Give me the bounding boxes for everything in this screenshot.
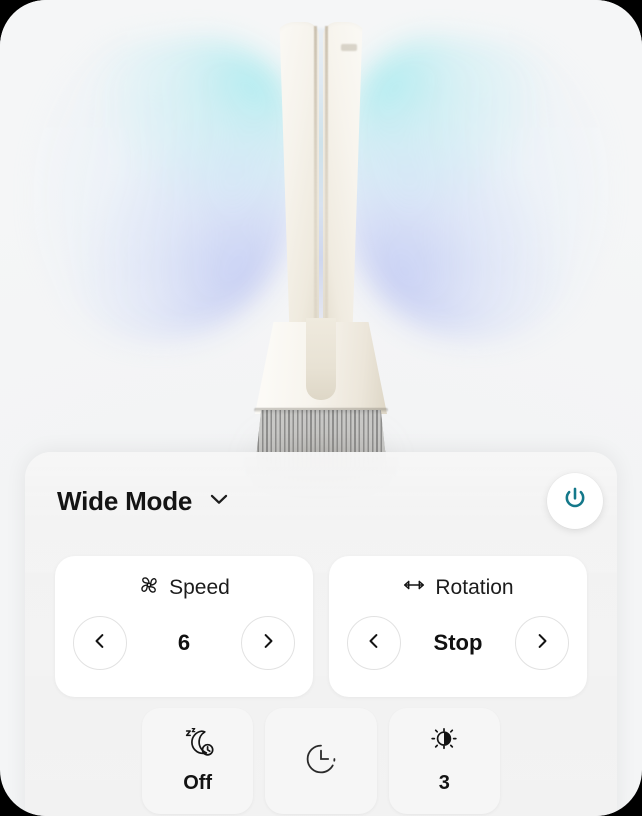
brand-logo (341, 44, 357, 51)
rotation-card: Rotation Stop (329, 556, 587, 697)
mode-label: Wide Mode (57, 485, 193, 516)
fan-neck (306, 318, 336, 400)
chevron-right-icon (257, 630, 279, 657)
speed-title: Speed (169, 576, 230, 599)
sheet-header: Wide Mode (25, 472, 617, 530)
sleep-timer-icon (181, 727, 215, 763)
rotation-value: Stop (433, 630, 483, 655)
speed-card-header: Speed (138, 574, 230, 602)
brightness-label: 3 (438, 771, 450, 794)
rotation-decrease-button[interactable] (347, 616, 401, 670)
chevron-left-icon (89, 630, 111, 657)
rotation-stepper: Stop (329, 616, 587, 670)
sleep-timer-tile[interactable]: Off (142, 708, 254, 814)
speed-decrease-button[interactable] (73, 616, 127, 670)
fan-control-app: Wide Mode Speed 6 Rotation Stop Off 3 (0, 0, 642, 816)
quick-tiles-row: Off 3 (142, 708, 500, 814)
mode-selector[interactable]: Wide Mode (57, 486, 232, 517)
speed-value: 6 (177, 630, 191, 655)
power-icon (561, 485, 589, 518)
left-right-arrow-icon (402, 574, 426, 602)
timer-clock-icon (304, 742, 338, 781)
speed-stepper: 6 (55, 616, 313, 670)
tower-fan-image (251, 22, 391, 488)
chevron-right-icon (531, 630, 553, 657)
fan-icon (138, 574, 160, 602)
brightness-icon (428, 727, 460, 763)
power-button[interactable] (547, 473, 603, 529)
sleep-timer-label: Off (183, 771, 213, 794)
rotation-increase-button[interactable] (514, 616, 569, 670)
timer-tile[interactable] (265, 708, 377, 814)
chevron-down-icon (206, 486, 232, 517)
product-hero (0, 0, 642, 520)
control-sheet: Wide Mode Speed 6 Rotation Stop Off 3 (25, 452, 617, 816)
speed-card: Speed 6 (55, 556, 313, 697)
chevron-left-icon (363, 630, 385, 657)
brightness-tile[interactable]: 3 (388, 708, 500, 814)
rotation-card-header: Rotation (402, 574, 514, 602)
control-cards-row: Speed 6 Rotation Stop (55, 556, 587, 697)
rotation-title: Rotation (435, 576, 514, 599)
speed-increase-button[interactable] (241, 616, 295, 670)
